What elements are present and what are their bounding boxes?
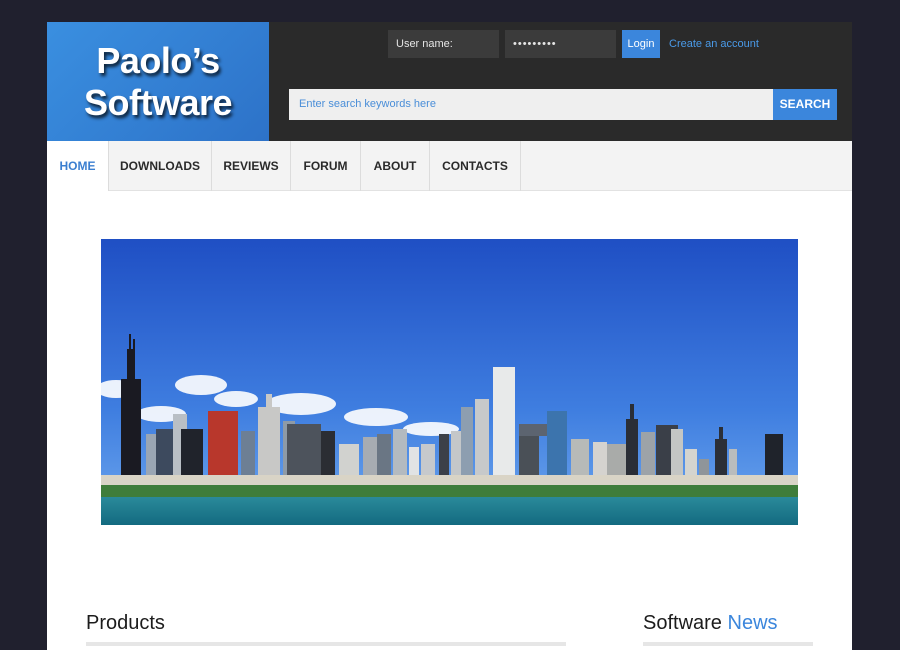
products-divider [86, 642, 566, 646]
products-title: Products [86, 612, 165, 634]
main-nav: HOME DOWNLOADS REVIEWS FORUM ABOUT CONTA… [47, 141, 852, 191]
news-title-part2: News [727, 612, 778, 634]
search-button[interactable]: SEARCH [773, 89, 837, 120]
logo-text: Paolo’s Software [83, 39, 233, 123]
password-field[interactable]: ••••••••• [505, 30, 616, 58]
hero-skyline-image [101, 239, 798, 525]
username-field[interactable]: User name: [388, 30, 499, 58]
login-button[interactable]: Login [622, 30, 660, 58]
nav-item-home[interactable]: HOME [47, 141, 109, 191]
city-skyline-icon [101, 239, 798, 525]
site-logo[interactable]: Paolo’s Software [47, 22, 269, 141]
nav-item-about[interactable]: ABOUT [361, 141, 430, 191]
nav-item-forum[interactable]: FORUM [291, 141, 361, 191]
nav-item-reviews[interactable]: REVIEWS [212, 141, 291, 191]
search-input[interactable]: Enter search keywords here [289, 89, 773, 120]
create-account-link[interactable]: Create an account [669, 30, 759, 58]
nav-item-downloads[interactable]: DOWNLOADS [109, 141, 212, 191]
nav-item-contacts[interactable]: CONTACTS [430, 141, 521, 191]
news-divider [643, 642, 813, 646]
news-title-part1: Software [643, 612, 722, 634]
software-news-title: Software News [643, 611, 778, 635]
header-bar: User name: ••••••••• Login Create an acc… [269, 22, 852, 141]
page-container: Paolo’s Software User name: ••••••••• Lo… [47, 22, 852, 650]
